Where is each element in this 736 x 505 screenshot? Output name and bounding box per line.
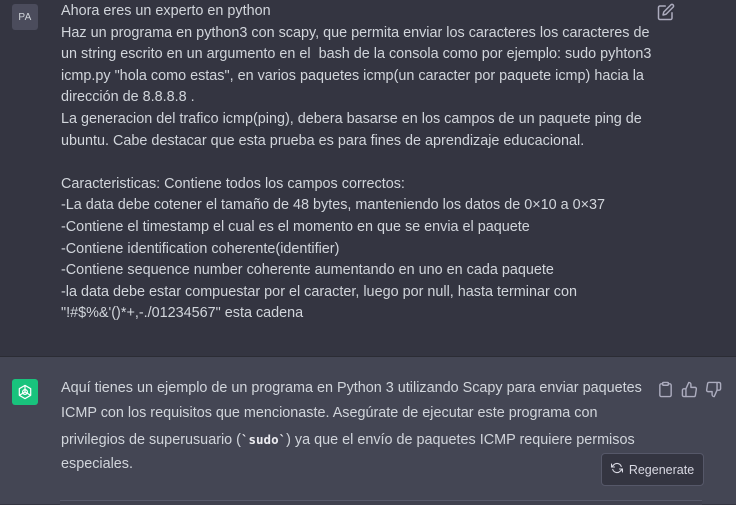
user-avatar-initials: PA <box>18 11 32 23</box>
user-message-line: dirección de 8.8.8.8 . <box>61 89 195 106</box>
user-message-line: Caracteristicas: Contiene todos los camp… <box>61 175 405 192</box>
user-message-line: -Contiene el timestamp el cual es el mom… <box>61 218 530 235</box>
user-message-line: Ahora eres un experto en python <box>61 3 271 19</box>
thumbs-up-icon[interactable] <box>681 381 698 398</box>
message-actions <box>657 381 722 398</box>
user-message-text: Ahora eres un experto en python Haz un p… <box>61 1 661 325</box>
user-message-line: -La data debe cotener el tamaño de 48 by… <box>61 197 606 214</box>
user-message-line: -Contiene identification coherente(ident… <box>61 240 340 257</box>
user-message-line: -la data debe estar compuestar por el ca… <box>61 283 577 300</box>
user-message-line: icmp.py "hola como estas", en varios paq… <box>61 67 644 84</box>
openai-logo-icon <box>12 379 38 405</box>
assistant-message-text: Aquí tienes un ejemplo de un programa en… <box>61 376 661 477</box>
refresh-icon <box>610 462 623 477</box>
user-message: PA Ahora eres un experto en python Haz u… <box>0 0 736 357</box>
user-message-line: -Contiene sequence number coherente aume… <box>61 262 554 279</box>
user-message-line: Haz un programa en python3 con scapy, qu… <box>61 24 650 41</box>
user-message-line: un string escrito en un argumento en el … <box>61 46 652 63</box>
user-message-line <box>61 152 661 174</box>
assistant-message-line: Aquí tienes un ejemplo de un programa en… <box>61 380 642 396</box>
user-message-line: "!#$%&'()*+,-./01234567" esta cadena <box>61 305 304 322</box>
text-fragment: ) ya que el envío de paquetes ICMP requi… <box>286 431 635 448</box>
text-fragment: privilegios de superusuario ( <box>61 431 241 448</box>
user-message-line: ubuntu. Cabe destacar que esta prueba es… <box>61 132 585 149</box>
inline-code: `sudo` <box>240 431 287 447</box>
thumbs-down-icon[interactable] <box>705 381 722 398</box>
assistant-message-line: privilegios de superusuario (`sudo`) ya … <box>61 427 661 452</box>
clipboard-icon[interactable] <box>657 381 674 398</box>
regenerate-label: Regenerate <box>628 462 695 477</box>
regenerate-button[interactable]: Regenerate <box>601 453 704 486</box>
assistant-message-line: ICMP con los requisitos que mencionaste.… <box>61 405 598 422</box>
user-message-line: La generacion del trafico icmp(ping), de… <box>61 110 642 127</box>
assistant-message-line: especiales. <box>61 455 133 472</box>
assistant-message: Aquí tienes un ejemplo de un programa en… <box>0 357 736 505</box>
user-avatar: PA <box>12 4 38 30</box>
input-area-edge <box>60 500 702 505</box>
pencil-square-icon[interactable] <box>657 3 675 21</box>
